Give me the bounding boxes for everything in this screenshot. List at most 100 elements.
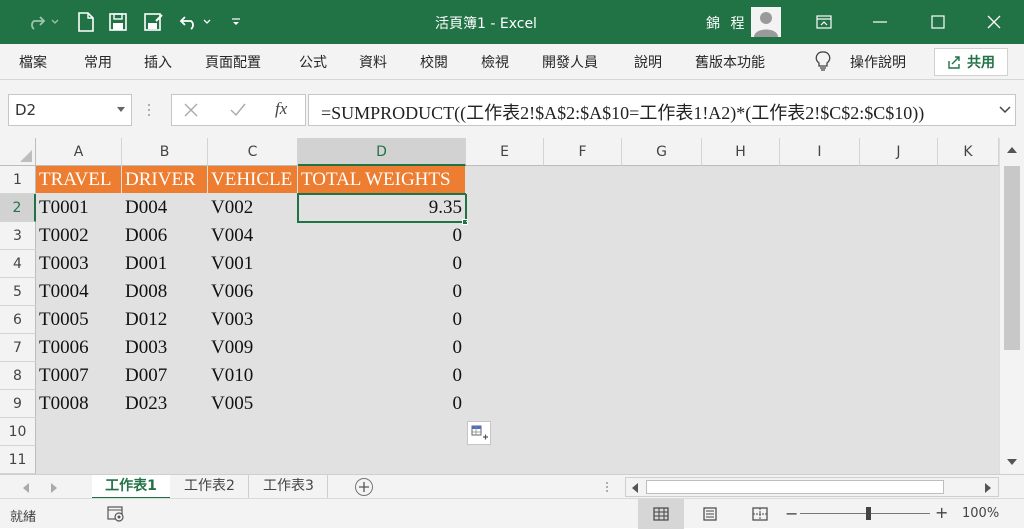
maximize-button[interactable] xyxy=(910,0,966,44)
cell-a5[interactable]: T0004 xyxy=(36,278,122,306)
cell-a11[interactable] xyxy=(36,446,122,474)
cell-b9[interactable]: D023 xyxy=(122,390,208,418)
row-header-8[interactable]: 8 xyxy=(0,362,36,390)
row-header-4[interactable]: 4 xyxy=(0,250,36,278)
name-box[interactable]: D2 xyxy=(8,94,132,126)
column-header-d[interactable]: D xyxy=(298,138,466,166)
cell-d11[interactable] xyxy=(298,446,466,474)
column-header-e[interactable]: E xyxy=(466,138,544,166)
zoom-level[interactable]: 100% xyxy=(962,506,999,521)
tab-split-grip-icon[interactable] xyxy=(604,480,610,494)
cell-c6[interactable]: V003 xyxy=(208,306,298,334)
drag-handle[interactable] xyxy=(146,101,152,119)
undo-icon[interactable] xyxy=(176,0,202,44)
cell-b1[interactable]: DRIVER xyxy=(122,166,208,194)
menu-home[interactable]: 常用 xyxy=(84,52,112,72)
horizontal-scroll-thumb[interactable] xyxy=(646,480,944,494)
cell-d4[interactable]: 0 xyxy=(298,250,466,278)
cell-b4[interactable]: D001 xyxy=(122,250,208,278)
zoom-out-button[interactable]: − xyxy=(785,504,798,523)
cell-d10[interactable] xyxy=(298,418,466,446)
zoom-in-button[interactable]: + xyxy=(935,503,948,522)
column-header-b[interactable]: B xyxy=(122,138,208,166)
cell-a6[interactable]: T0005 xyxy=(36,306,122,334)
cell-b3[interactable]: D006 xyxy=(122,222,208,250)
minimize-button[interactable] xyxy=(852,0,908,44)
cell-d8[interactable]: 0 xyxy=(298,362,466,390)
column-header-i[interactable]: I xyxy=(780,138,860,166)
cell-b7[interactable]: D003 xyxy=(122,334,208,362)
redo-icon[interactable] xyxy=(22,0,50,44)
menu-review[interactable]: 校閱 xyxy=(420,52,448,72)
cell-c9[interactable]: V005 xyxy=(208,390,298,418)
save-icon[interactable] xyxy=(102,0,134,44)
menu-legacy-features[interactable]: 舊版本功能 xyxy=(695,52,765,72)
menu-developer[interactable]: 開發人員 xyxy=(542,52,598,72)
page-layout-view-icon[interactable] xyxy=(702,507,718,521)
cell-c8[interactable]: V010 xyxy=(208,362,298,390)
cell-d9[interactable]: 0 xyxy=(298,390,466,418)
menu-data[interactable]: 資料 xyxy=(359,52,387,72)
add-sheet-button[interactable] xyxy=(355,478,373,496)
cell-d3[interactable]: 0 xyxy=(298,222,466,250)
cell-d1[interactable]: TOTAL WEIGHTS xyxy=(298,166,466,194)
menu-insert[interactable]: 插入 xyxy=(144,52,172,72)
zoom-slider[interactable] xyxy=(800,513,930,514)
cell-c5[interactable]: V006 xyxy=(208,278,298,306)
column-header-a[interactable]: A xyxy=(36,138,122,166)
cell-c4[interactable]: V001 xyxy=(208,250,298,278)
user-name[interactable]: 錦 程 xyxy=(706,13,747,33)
cell-b8[interactable]: D007 xyxy=(122,362,208,390)
vertical-scrollbar[interactable] xyxy=(999,138,1024,474)
row-header-9[interactable]: 9 xyxy=(0,390,36,418)
tab-scroll-right-icon[interactable] xyxy=(50,483,58,493)
zoom-slider-thumb[interactable] xyxy=(866,507,871,520)
new-file-icon[interactable] xyxy=(70,0,102,44)
tab-scroll-left-icon[interactable] xyxy=(22,483,30,493)
horizontal-scrollbar[interactable] xyxy=(625,477,999,497)
column-header-h[interactable]: H xyxy=(702,138,780,166)
macro-record-icon[interactable] xyxy=(107,506,125,522)
row-header-6[interactable]: 6 xyxy=(0,306,36,334)
cell-a1[interactable]: TRAVEL xyxy=(36,166,122,194)
menu-page-layout[interactable]: 頁面配置 xyxy=(205,52,261,72)
tab-sheet3[interactable]: 工作表3 xyxy=(250,475,328,499)
select-all-button[interactable] xyxy=(0,138,36,166)
row-header-3[interactable]: 3 xyxy=(0,222,36,250)
expand-formula-bar-icon[interactable] xyxy=(999,106,1011,114)
column-header-f[interactable]: F xyxy=(544,138,622,166)
cell-d7[interactable]: 0 xyxy=(298,334,466,362)
column-header-j[interactable]: J xyxy=(860,138,938,166)
avatar[interactable] xyxy=(751,7,781,37)
menu-file[interactable]: 檔案 xyxy=(19,52,47,72)
tell-me-search[interactable]: 操作說明 xyxy=(850,52,912,72)
cell-c10[interactable] xyxy=(208,418,298,446)
cell-c11[interactable] xyxy=(208,446,298,474)
menu-formulas[interactable]: 公式 xyxy=(299,52,327,72)
redo-dropdown-icon[interactable] xyxy=(48,0,62,44)
cell-a7[interactable]: T0006 xyxy=(36,334,122,362)
save-as-icon[interactable] xyxy=(138,0,170,44)
column-header-c[interactable]: C xyxy=(208,138,298,166)
insert-function-button[interactable]: fx xyxy=(275,99,287,119)
row-header-10[interactable]: 10 xyxy=(0,418,36,446)
cell-d5[interactable]: 0 xyxy=(298,278,466,306)
menu-help[interactable]: 說明 xyxy=(634,52,662,72)
cell-b5[interactable]: D008 xyxy=(122,278,208,306)
row-header-1[interactable]: 1 xyxy=(0,166,36,194)
customize-icon[interactable] xyxy=(226,0,246,44)
column-header-k[interactable]: K xyxy=(938,138,999,166)
cell-a10[interactable] xyxy=(36,418,122,446)
row-header-2[interactable]: 2 xyxy=(0,194,36,222)
cell-a3[interactable]: T0002 xyxy=(36,222,122,250)
cell-a4[interactable]: T0003 xyxy=(36,250,122,278)
cell-a9[interactable]: T0008 xyxy=(36,390,122,418)
cell-d6[interactable]: 0 xyxy=(298,306,466,334)
lightbulb-icon[interactable] xyxy=(815,51,831,75)
row-header-5[interactable]: 5 xyxy=(0,278,36,306)
normal-view-button[interactable] xyxy=(638,499,684,529)
cell-b6[interactable]: D012 xyxy=(122,306,208,334)
cell-b2[interactable]: D004 xyxy=(122,194,208,222)
cell-c7[interactable]: V009 xyxy=(208,334,298,362)
cell-b10[interactable] xyxy=(122,418,208,446)
